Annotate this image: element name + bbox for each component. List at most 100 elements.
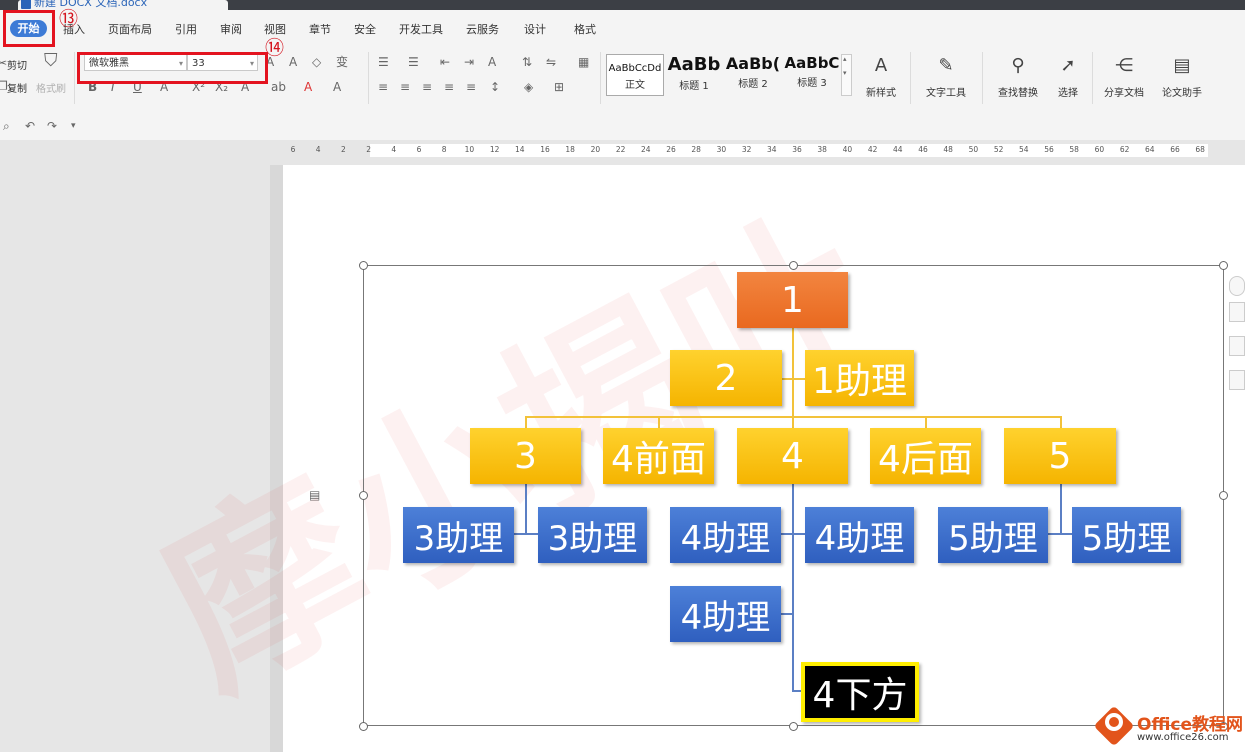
scissors-icon[interactable]: ✂ <box>0 56 7 70</box>
org-node-assistant[interactable]: 3助理 <box>538 507 647 563</box>
ruler-tick-label: 28 <box>691 145 701 154</box>
horizontal-ruler[interactable]: 6 4 2 2 4 6 8 10 12 14 16 18 20 22 24 26 28 30 32 34 36 38 40 4… <box>283 140 1245 160</box>
style-normal[interactable]: AaBbCcDd 正文 <box>606 54 664 96</box>
table-grid-icon[interactable]: ▦ <box>578 55 589 69</box>
org-node-4-front[interactable]: 4前面 <box>603 428 714 484</box>
resize-handle[interactable] <box>1219 261 1228 270</box>
new-style-button[interactable]: A 新样式 <box>860 54 902 99</box>
ruler-tick-label: 34 <box>767 145 777 154</box>
tab-chapter[interactable]: 章节 <box>309 21 331 37</box>
ruler-tick-label: 60 <box>1094 145 1105 154</box>
org-node-assistant[interactable]: 4助理 <box>805 507 914 563</box>
borders-icon[interactable]: ⊞ <box>554 80 564 94</box>
ruler-tick-label: 20 <box>590 145 601 154</box>
callout-start-tab <box>3 10 55 47</box>
share-icon: ⋲ <box>1115 55 1133 76</box>
align-left-icon[interactable]: ≡ <box>378 80 388 94</box>
undo-icon[interactable]: ↶ <box>25 119 35 133</box>
connector-line <box>781 533 805 535</box>
highlight-icon[interactable]: ab <box>271 80 286 94</box>
sort-icon[interactable]: ⇅ <box>522 55 532 69</box>
org-node-4[interactable]: 4 <box>737 428 848 484</box>
ruler-tick-label: 8 <box>441 145 447 154</box>
share-document-button[interactable]: ⋲ 分享文档 <box>1100 54 1148 99</box>
org-node-assistant[interactable]: 4助理 <box>670 586 781 642</box>
ruler-tick-label: 18 <box>565 145 575 154</box>
char-shading-icon[interactable]: A <box>333 80 341 94</box>
styles-scroll[interactable]: ▴ ▾ <box>841 54 852 96</box>
new-style-icon: A <box>874 55 888 76</box>
customize-chevron-icon[interactable]: ▾ <box>71 119 76 133</box>
tab-review[interactable]: 审阅 <box>220 21 242 37</box>
org-node-selected[interactable]: 4下方 <box>801 662 919 722</box>
redo-icon[interactable]: ↷ <box>47 119 57 133</box>
resize-handle[interactable] <box>1219 491 1228 500</box>
distributed-icon[interactable]: ≡ <box>466 80 476 94</box>
text-direction-icon[interactable]: A <box>488 55 496 69</box>
phonetic-guide-icon[interactable]: 变 <box>336 55 348 69</box>
style-heading-3[interactable]: AaBbC 标题 3 <box>783 54 841 96</box>
justify-icon[interactable]: ≡ <box>444 80 454 94</box>
tab-design[interactable]: 设计 <box>524 21 546 37</box>
fill-icon[interactable] <box>1229 336 1245 356</box>
font-color-icon[interactable]: A <box>304 80 312 94</box>
ruler-tick-label: 36 <box>792 145 802 154</box>
org-node-assistant[interactable]: 4助理 <box>670 507 781 563</box>
org-node-assistant[interactable]: 5助理 <box>1072 507 1181 563</box>
numbered-list-icon[interactable]: ☰ <box>408 55 419 69</box>
clear-format-icon[interactable]: ◇ <box>312 55 321 69</box>
org-node-level2[interactable]: 2 <box>670 350 782 406</box>
ruler-tick-label: 6 <box>416 145 422 154</box>
select-button[interactable]: ➚ 选择 <box>1050 54 1086 99</box>
tab-references[interactable]: 引用 <box>175 21 197 37</box>
align-center-icon[interactable]: ≡ <box>400 80 410 94</box>
format-painter-button[interactable]: 格式刷 <box>36 80 66 95</box>
collapse-icon[interactable] <box>1229 276 1245 296</box>
connector-line <box>658 416 660 428</box>
tab-security[interactable]: 安全 <box>354 21 376 37</box>
bullet-list-icon[interactable]: ☰ <box>378 55 389 69</box>
increase-indent-icon[interactable]: ⇥ <box>464 55 474 69</box>
resize-handle[interactable] <box>789 261 798 270</box>
text-tools-button[interactable]: ✎ 文字工具 <box>918 54 974 99</box>
page-margin-shadow <box>270 165 283 752</box>
org-node-assistant[interactable]: 5助理 <box>938 507 1048 563</box>
shading-icon[interactable]: ◈ <box>524 80 533 94</box>
find-replace-button[interactable]: ⚲ 查找替换 <box>990 54 1046 99</box>
print-preview-icon[interactable]: ⌕ <box>3 119 10 133</box>
paragraph-layout-icon[interactable]: ▤ <box>309 488 320 502</box>
tab-developer-tools[interactable]: 开发工具 <box>399 21 443 37</box>
tab-page-layout[interactable]: 页面布局 <box>108 21 152 37</box>
tab-cloud-service[interactable]: 云服务 <box>466 21 499 37</box>
align-right-icon[interactable]: ≡ <box>422 80 432 94</box>
org-node-4-back[interactable]: 4后面 <box>870 428 981 484</box>
org-node-assistant[interactable]: 1助理 <box>805 350 914 406</box>
style-heading-2[interactable]: AaBb( 标题 2 <box>724 54 782 96</box>
connector-line <box>1060 484 1062 534</box>
layout-options-icon[interactable] <box>1229 302 1245 322</box>
cut-button[interactable]: 剪切 <box>7 57 27 72</box>
chevron-up-icon: ▴ <box>843 55 847 63</box>
line-spacing-icon[interactable]: ↕ <box>490 80 500 94</box>
tab-format[interactable]: 格式 <box>574 21 596 37</box>
logo-url: www.office26.com <box>1137 732 1229 743</box>
org-node-assistant[interactable]: 3助理 <box>403 507 514 563</box>
shrink-font-icon[interactable]: A <box>289 55 297 69</box>
org-node-3[interactable]: 3 <box>470 428 581 484</box>
org-node-5[interactable]: 5 <box>1004 428 1116 484</box>
ruler-tick-label: 22 <box>615 145 626 154</box>
decrease-indent-icon[interactable]: ⇤ <box>440 55 450 69</box>
resize-handle[interactable] <box>359 491 368 500</box>
thesis-helper-button[interactable]: ▤ 论文助手 <box>1158 54 1206 99</box>
tab-strip: 新建 DOCX 文档.docx <box>0 0 1245 10</box>
document-tab[interactable]: 新建 DOCX 文档.docx <box>18 0 228 10</box>
org-node-root[interactable]: 1 <box>737 272 848 328</box>
resize-handle[interactable] <box>359 722 368 731</box>
frame-icon[interactable] <box>1229 370 1245 390</box>
paragraph-marks-icon[interactable]: ⇋ <box>546 55 556 69</box>
style-heading-1[interactable]: AaBb 标题 1 <box>665 54 723 96</box>
resize-handle[interactable] <box>789 722 798 731</box>
format-painter-icon[interactable]: ⛉ <box>44 52 58 70</box>
resize-handle[interactable] <box>359 261 368 270</box>
copy-button[interactable]: 复制 <box>7 80 27 95</box>
